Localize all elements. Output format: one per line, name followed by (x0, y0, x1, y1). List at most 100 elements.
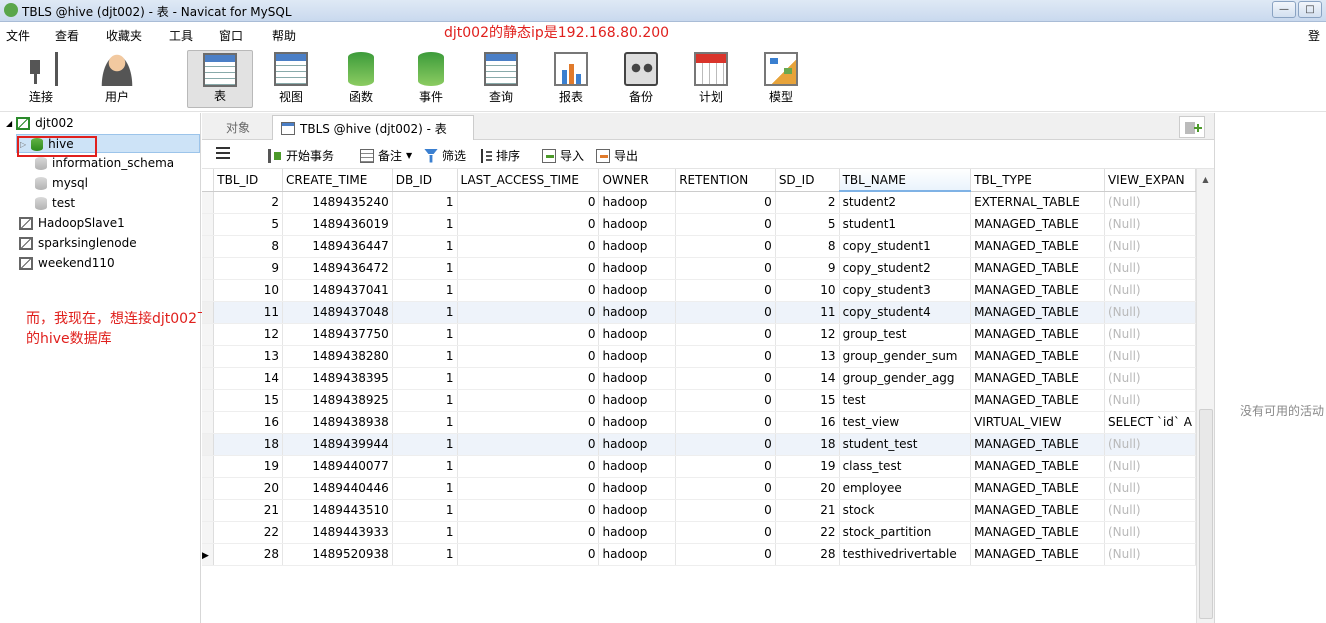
table-cell[interactable]: MANAGED_TABLE (970, 455, 1105, 478)
table-cell[interactable]: 1489438925 (282, 389, 393, 412)
row-indicator[interactable] (202, 367, 215, 390)
table-cell[interactable]: 5 (775, 213, 840, 236)
table-cell[interactable]: 1489436472 (282, 257, 393, 280)
table-cell[interactable]: 1489437048 (282, 301, 393, 324)
table-cell[interactable]: test_view (839, 411, 972, 434)
connect-button[interactable]: 连接 (8, 50, 74, 108)
table-cell[interactable]: 0 (457, 323, 600, 346)
table-cell[interactable]: (Null) (1104, 301, 1197, 324)
vertical-scrollbar[interactable]: ▲ (1196, 169, 1214, 623)
table-cell[interactable]: 9 (213, 257, 284, 280)
table-cell[interactable]: hadoop (598, 499, 677, 522)
table-cell[interactable]: 20 (775, 477, 840, 500)
row-indicator[interactable] (202, 345, 215, 368)
table-cell[interactable]: hadoop (598, 301, 677, 324)
table-cell[interactable]: 20 (213, 477, 284, 500)
table-cell[interactable]: MANAGED_TABLE (970, 345, 1105, 368)
column-header[interactable]: CREATE_TIME (282, 169, 393, 192)
table-cell[interactable]: MANAGED_TABLE (970, 389, 1105, 412)
table-cell[interactable]: 1489440077 (282, 455, 393, 478)
table-cell[interactable]: MANAGED_TABLE (970, 279, 1105, 302)
column-header[interactable]: TBL_NAME (839, 169, 972, 192)
note-button[interactable]: 备注 ▼ (360, 147, 412, 164)
table-row[interactable]: 14 1489438395 1 0 hadoop 0 14 group_gender_agg M… (202, 367, 1197, 390)
table-cell[interactable]: 0 (457, 433, 600, 456)
table-cell[interactable]: 1489436019 (282, 213, 393, 236)
table-cell[interactable]: 1489436447 (282, 235, 393, 258)
minimize-button[interactable]: — (1272, 1, 1296, 18)
table-cell[interactable]: MANAGED_TABLE (970, 301, 1105, 324)
table-cell[interactable]: copy_student4 (839, 301, 972, 324)
table-cell[interactable]: (Null) (1104, 477, 1197, 500)
table-cell[interactable]: MANAGED_TABLE (970, 477, 1105, 500)
table-cell[interactable]: 0 (675, 411, 776, 434)
import-button[interactable]: 导入 (542, 147, 584, 164)
table-cell[interactable]: (Null) (1104, 433, 1197, 456)
table-cell[interactable]: 1489438938 (282, 411, 393, 434)
add-object-icon[interactable] (1179, 116, 1205, 138)
table-row[interactable]: 11 1489437048 1 0 hadoop 0 11 copy_student4 MANA… (202, 301, 1197, 324)
expand-arrow-icon[interactable]: ◢ (6, 119, 12, 128)
row-indicator[interactable] (202, 477, 215, 500)
table-cell[interactable]: (Null) (1104, 345, 1197, 368)
table-cell[interactable]: 0 (457, 213, 600, 236)
row-indicator[interactable] (202, 323, 215, 346)
table-cell[interactable]: hadoop (598, 279, 677, 302)
row-indicator[interactable] (202, 411, 215, 434)
table-cell[interactable]: test (839, 389, 972, 412)
table-cell[interactable]: MANAGED_TABLE (970, 323, 1105, 346)
table-cell[interactable]: employee (839, 477, 972, 500)
table-cell[interactable]: MANAGED_TABLE (970, 499, 1105, 522)
table-cell[interactable]: 1489438280 (282, 345, 393, 368)
table-cell[interactable]: 0 (457, 367, 600, 390)
tree-db-mysql[interactable]: mysql (35, 173, 88, 193)
table-cell[interactable]: testhivedrivertable (839, 543, 972, 566)
row-indicator[interactable] (202, 433, 215, 456)
table-row[interactable]: 5 1489436019 1 0 hadoop 0 5 student1 MANAGED_TAB… (202, 213, 1197, 236)
table-cell[interactable]: student2 (839, 191, 972, 214)
menu-help[interactable]: 帮助 (272, 27, 296, 44)
table-cell[interactable]: 0 (675, 455, 776, 478)
table-cell[interactable]: 1 (392, 389, 458, 412)
table-cell[interactable]: MANAGED_TABLE (970, 235, 1105, 258)
table-cell[interactable]: hadoop (598, 323, 677, 346)
table-cell[interactable]: 28 (775, 543, 840, 566)
table-cell[interactable]: 0 (675, 367, 776, 390)
row-indicator[interactable] (202, 389, 215, 412)
table-cell[interactable]: 1 (392, 345, 458, 368)
table-cell[interactable]: 13 (213, 345, 284, 368)
table-cell[interactable]: 12 (775, 323, 840, 346)
table-row[interactable]: 8 1489436447 1 0 hadoop 0 8 copy_student1 MANAGE… (202, 235, 1197, 258)
table-cell[interactable]: 0 (675, 477, 776, 500)
table-cell[interactable]: hadoop (598, 367, 677, 390)
column-header[interactable]: OWNER (598, 169, 677, 192)
table-cell[interactable]: 1489440446 (282, 477, 393, 500)
table-cell[interactable]: VIRTUAL_VIEW (970, 411, 1105, 434)
table-cell[interactable]: 11 (213, 301, 284, 324)
table-cell[interactable]: 1 (392, 521, 458, 544)
menu-view[interactable]: 查看 (55, 27, 79, 44)
row-indicator[interactable] (202, 301, 215, 324)
tree-connection-djt002[interactable]: ◢ djt002 (6, 113, 74, 133)
table-cell[interactable]: 0 (675, 279, 776, 302)
table-cell[interactable]: 0 (675, 433, 776, 456)
table-cell[interactable]: 0 (675, 235, 776, 258)
column-header[interactable]: TBL_TYPE (970, 169, 1105, 192)
table-cell[interactable]: student1 (839, 213, 972, 236)
row-indicator[interactable] (202, 279, 215, 302)
table-cell[interactable]: 0 (457, 301, 600, 324)
column-header[interactable]: RETENTION (675, 169, 776, 192)
filter-button[interactable]: 筛选 (424, 147, 466, 164)
table-cell[interactable]: 15 (775, 389, 840, 412)
table-cell[interactable]: 0 (457, 455, 600, 478)
table-row[interactable]: 19 1489440077 1 0 hadoop 0 19 class_test MANAGED… (202, 455, 1197, 478)
table-row[interactable]: 12 1489437750 1 0 hadoop 0 12 group_test MANAGED… (202, 323, 1197, 346)
table-cell[interactable]: hadoop (598, 411, 677, 434)
table-cell[interactable]: 14 (775, 367, 840, 390)
table-cell[interactable]: hadoop (598, 191, 677, 214)
menu-file[interactable]: 文件 (6, 27, 30, 44)
column-header[interactable]: TBL_ID (213, 169, 284, 192)
table-cell[interactable]: 1 (392, 499, 458, 522)
table-cell[interactable]: 0 (457, 477, 600, 500)
table-cell[interactable]: 0 (457, 279, 600, 302)
